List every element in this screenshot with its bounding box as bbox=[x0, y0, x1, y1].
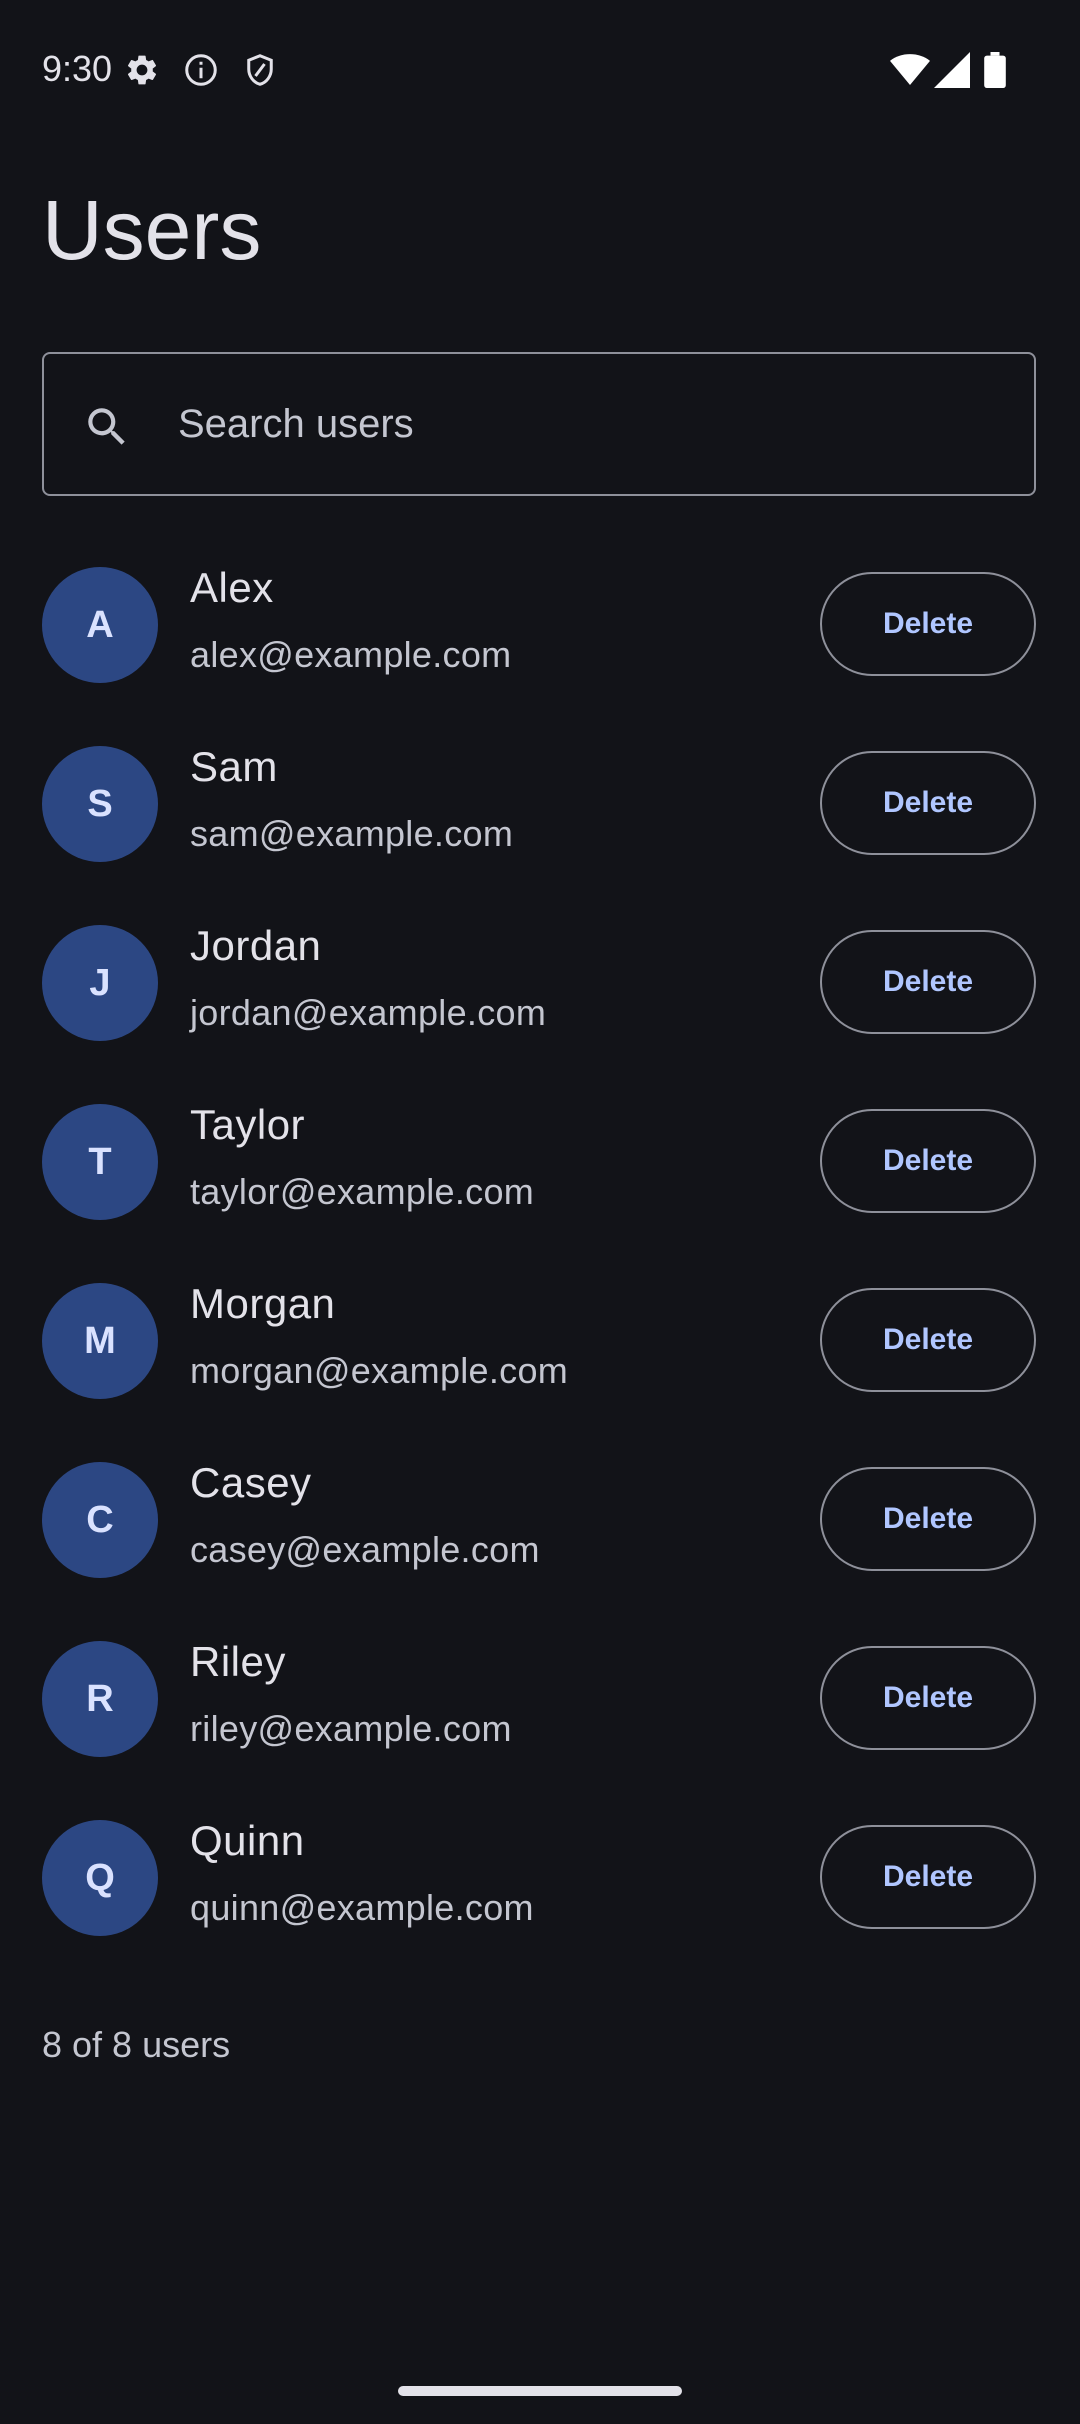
avatar: M bbox=[42, 1283, 158, 1399]
info-icon bbox=[183, 52, 219, 88]
wifi-icon bbox=[890, 52, 930, 88]
status-time: 9:30 bbox=[42, 48, 113, 89]
user-row-taylor: T Taylor taylor@example.com Delete bbox=[0, 1089, 1080, 1268]
delete-button[interactable]: Delete bbox=[820, 1646, 1036, 1750]
search-field[interactable] bbox=[42, 352, 1036, 496]
user-email: morgan@example.com bbox=[190, 1350, 569, 1391]
delete-button[interactable]: Delete bbox=[820, 1825, 1036, 1929]
avatar: Q bbox=[42, 1820, 158, 1936]
user-email: jordan@example.com bbox=[190, 992, 547, 1033]
user-name: Jordan bbox=[190, 922, 322, 969]
user-name: Alex bbox=[190, 564, 274, 611]
home-indicator[interactable] bbox=[398, 2386, 682, 2396]
user-row-riley: R Riley riley@example.com Delete bbox=[0, 1626, 1080, 1805]
user-row-sam: S Sam sam@example.com Delete bbox=[0, 731, 1080, 910]
user-count: 8 of 8 users bbox=[42, 2024, 231, 2065]
avatar: J bbox=[42, 925, 158, 1041]
user-email: riley@example.com bbox=[190, 1708, 512, 1749]
avatar: A bbox=[42, 567, 158, 683]
status-bar: 9:30 bbox=[0, 0, 1080, 140]
signal-icon bbox=[934, 52, 970, 88]
user-name: Sam bbox=[190, 743, 278, 790]
user-email: taylor@example.com bbox=[190, 1171, 535, 1212]
settings-icon bbox=[124, 52, 160, 88]
search-input[interactable] bbox=[178, 354, 998, 494]
user-row-alex: A Alex alex@example.com Delete bbox=[0, 552, 1080, 731]
delete-button[interactable]: Delete bbox=[820, 751, 1036, 855]
user-row-morgan: M Morgan morgan@example.com Delete bbox=[0, 1268, 1080, 1447]
delete-button[interactable]: Delete bbox=[820, 1467, 1036, 1571]
user-row-casey: C Casey casey@example.com Delete bbox=[0, 1447, 1080, 1626]
shield-icon bbox=[242, 52, 278, 88]
battery-icon bbox=[984, 52, 1006, 88]
user-row-jordan: J Jordan jordan@example.com Delete bbox=[0, 910, 1080, 1089]
user-name: Morgan bbox=[190, 1280, 336, 1327]
avatar: C bbox=[42, 1462, 158, 1578]
delete-button[interactable]: Delete bbox=[820, 1109, 1036, 1213]
delete-button[interactable]: Delete bbox=[820, 1288, 1036, 1392]
user-list: A Alex alex@example.com Delete S Sam sam… bbox=[0, 552, 1080, 1984]
user-email: alex@example.com bbox=[190, 634, 512, 675]
user-email: quinn@example.com bbox=[190, 1887, 534, 1928]
avatar: T bbox=[42, 1104, 158, 1220]
delete-button[interactable]: Delete bbox=[820, 572, 1036, 676]
delete-button[interactable]: Delete bbox=[820, 930, 1036, 1034]
user-email: sam@example.com bbox=[190, 813, 514, 854]
user-email: casey@example.com bbox=[190, 1529, 540, 1570]
avatar: R bbox=[42, 1641, 158, 1757]
user-name: Casey bbox=[190, 1459, 312, 1506]
user-name: Taylor bbox=[190, 1101, 306, 1148]
search-icon bbox=[82, 402, 132, 452]
user-row-quinn: Q Quinn quinn@example.com Delete bbox=[0, 1805, 1080, 1984]
page-title: Users bbox=[42, 183, 262, 277]
avatar: S bbox=[42, 746, 158, 862]
user-name: Riley bbox=[190, 1638, 286, 1685]
user-name: Quinn bbox=[190, 1817, 305, 1864]
